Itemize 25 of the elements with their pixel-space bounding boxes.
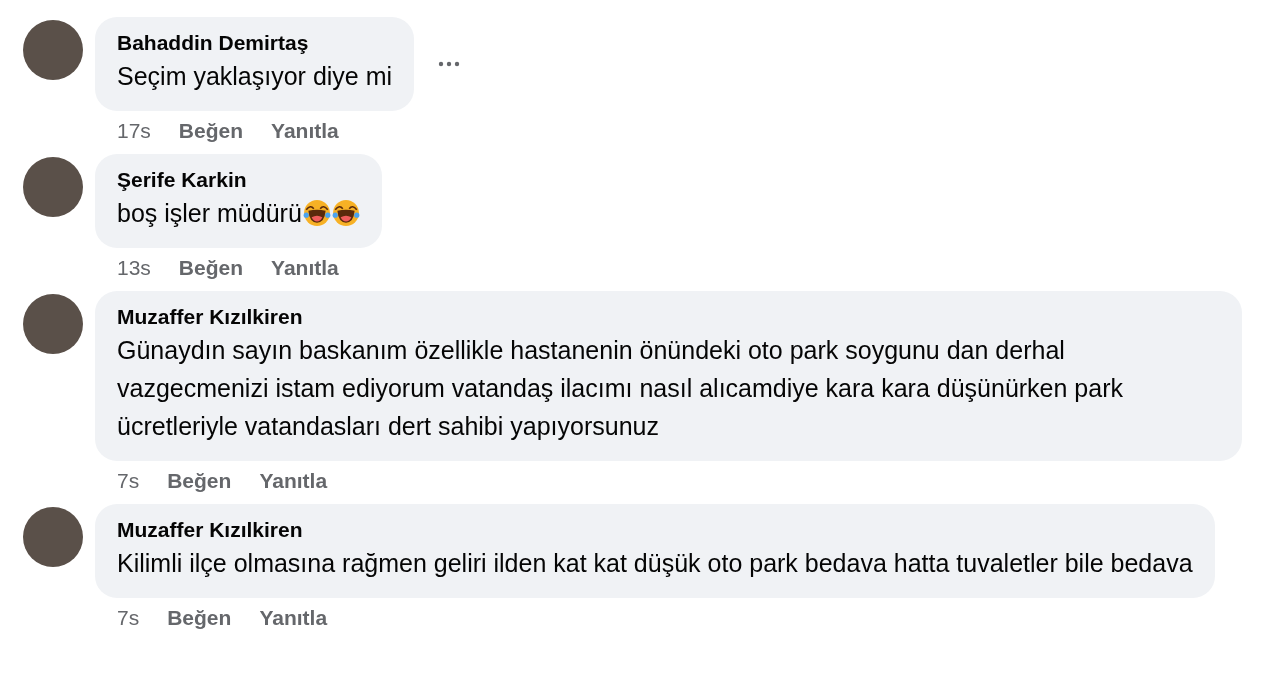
comment-action-link[interactable]: Yanıtla	[271, 119, 339, 143]
comment-action-link[interactable]: Beğen	[167, 606, 232, 630]
comment-text: Kilimli ilçe olmasına rağmen geliri ilden kat kat düşük oto park bedava hatta tuvaletler bile bedava	[117, 548, 1193, 579]
avatar-photo-placeholder	[23, 157, 83, 217]
comment-text: Seçim yaklaşıyor diye mi	[117, 61, 393, 92]
comment-time[interactable]: 13s	[117, 256, 151, 280]
avatar-photo-placeholder	[23, 294, 83, 354]
comment-time[interactable]: 7s	[117, 606, 140, 630]
avatar-photo-placeholder	[23, 507, 83, 567]
avatar-photo-placeholder	[23, 20, 83, 80]
comment-text: boş işler müdürü	[117, 198, 302, 229]
comment-action-link[interactable]: Yanıtla	[259, 469, 328, 493]
comment-action-link[interactable]: Beğen	[178, 119, 244, 143]
comment-action-link[interactable]: Yanıtla	[271, 256, 339, 280]
author-name[interactable]: Muzaffer Kızılkiren	[117, 516, 1193, 544]
author-name[interactable]: Muzaffer Kızılkiren	[117, 303, 1220, 331]
comment-text: Günaydın sayın baskanım özellikle hastanenin önündeki oto park soygunu dan derhal vazgecmenizi istam ediyorum vatandaş ilacımı nasıl alıcamdiye kara kara düşünürken park ücretleriyle vatandasları dert sahibi yapıyorsunuz	[117, 335, 1124, 442]
more-options-icon[interactable]	[438, 61, 461, 67]
comment-action-link[interactable]: Yanıtla	[259, 606, 328, 630]
comment-action-link[interactable]: Beğen	[178, 256, 244, 280]
comment-time[interactable]: 7s	[117, 469, 140, 493]
author-name[interactable]: Bahaddin Demirtaş	[117, 29, 393, 57]
author-name[interactable]: Şerife Karkin	[117, 166, 360, 194]
comment-time[interactable]: 17s	[117, 119, 151, 143]
comment-action-link[interactable]: Beğen	[167, 469, 232, 493]
